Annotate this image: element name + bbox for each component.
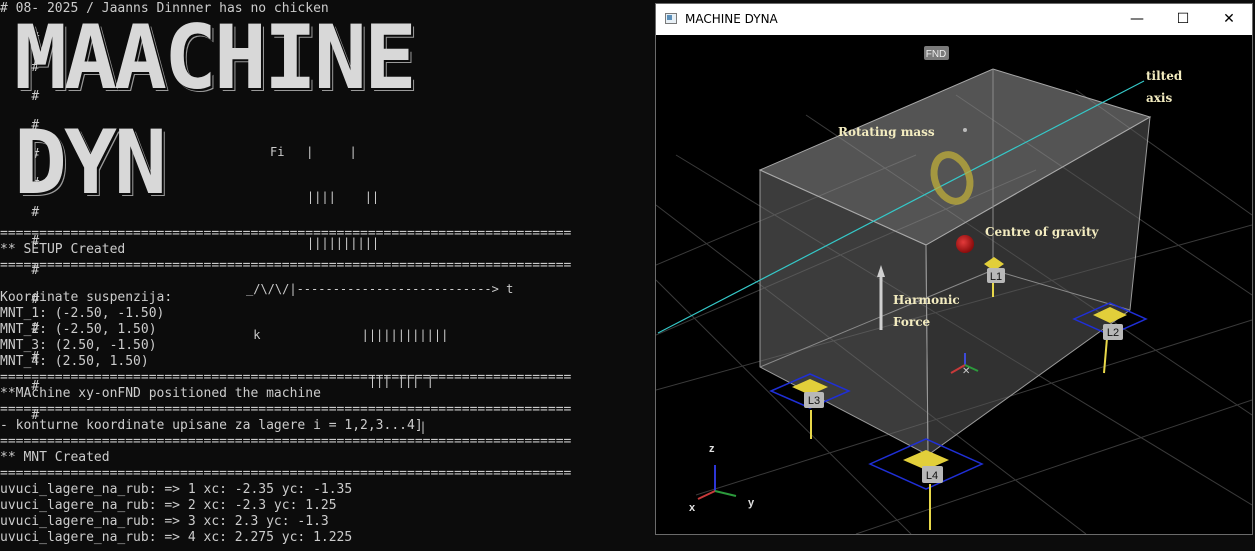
- app-icon: [665, 13, 677, 24]
- separator: ========================================…: [0, 402, 572, 417]
- banner-title-1: MAACHINE: [14, 6, 417, 109]
- centre-of-gravity-label: Centre of gravity: [985, 225, 1099, 239]
- axis-label-y: y: [748, 497, 755, 509]
- console-line: Koordinate suspenzija:: [0, 290, 173, 305]
- tilted-axis-label-2: axis: [1146, 91, 1172, 105]
- console-line: uvuci_lagere_na_rub: => 1 xc: -2.35 yc: …: [0, 482, 353, 497]
- console-line: uvuci_lagere_na_rub: => 4 xc: 2.275 yc: …: [0, 530, 353, 545]
- minimize-button[interactable]: —: [1114, 4, 1160, 35]
- mount-label-L4: L4: [926, 470, 938, 482]
- separator: ========================================…: [0, 370, 572, 385]
- console-line: MNT_2: (-2.50, 1.50): [0, 322, 157, 337]
- console-line: uvuci_lagere_na_rub: => 2 xc: -2.3 yc: 1…: [0, 498, 337, 513]
- console-line: MNT_3: (2.50, -1.50): [0, 338, 157, 353]
- svg-text:✕: ✕: [962, 366, 970, 377]
- axis-label-z: z: [709, 443, 715, 455]
- separator: ========================================…: [0, 226, 572, 241]
- console-line: **MAchine xy-onFND positioned the machin…: [0, 386, 321, 401]
- console-line: MNT_1: (-2.50, -1.50): [0, 306, 165, 321]
- axes-gizmo: z x y: [689, 443, 755, 514]
- separator: ========================================…: [0, 466, 572, 481]
- mount-L4[interactable]: L4: [868, 438, 984, 530]
- ascii-line-2: |||| ||: [278, 190, 380, 205]
- scene-canvas[interactable]: L1 L2 L3 L4 ✕ z x y FND tilted axis Rota…: [656, 35, 1252, 534]
- banner-title-2: DYN: [14, 111, 167, 214]
- maximize-button[interactable]: ☐: [1160, 4, 1206, 35]
- fnd-label: FND: [926, 49, 947, 60]
- mount-label-L2: L2: [1107, 327, 1119, 339]
- machine-dyna-window: MACHINE DYNA — ☐ ✕ L1 L2 L3 L4 ✕ z x y F…: [655, 3, 1253, 535]
- console-line: ** SETUP Created: [0, 242, 126, 257]
- centre-of-gravity-sphere[interactable]: [956, 235, 974, 253]
- tilted-axis-label-1: tilted: [1146, 69, 1183, 83]
- 3d-viewport[interactable]: L1 L2 L3 L4 ✕ z x y FND tilted axis Rota…: [656, 35, 1252, 534]
- console-line: - konturne koordinate upisane za lagere …: [0, 418, 423, 433]
- ascii-line-5: k ||||||||||||: [246, 328, 449, 343]
- mount-label-L1: L1: [990, 271, 1002, 283]
- rotating-mass-center: [963, 128, 967, 132]
- separator: ========================================…: [0, 258, 572, 273]
- console-window: # 08- 2025 / Jaanns Dinnner has no chick…: [0, 0, 655, 551]
- rotating-mass-label: Rotating mass: [838, 125, 935, 139]
- separator: ========================================…: [0, 434, 572, 449]
- window-titlebar[interactable]: MACHINE DYNA — ☐ ✕: [656, 4, 1252, 35]
- ascii-line-1: Fi | |: [270, 144, 357, 159]
- window-title: MACHINE DYNA: [685, 12, 778, 26]
- harmonic-force-label-2: Force: [893, 315, 930, 329]
- fnd-label-box: FND: [924, 46, 949, 60]
- console-line: ** MNT Created: [0, 450, 110, 465]
- ascii-line-4: _/\/\/|---------------------------> t: [246, 282, 514, 297]
- close-button[interactable]: ✕: [1206, 4, 1252, 35]
- mount-label-L3: L3: [808, 395, 820, 407]
- harmonic-force-label-1: Harmonic: [893, 293, 960, 307]
- axis-label-x: x: [689, 502, 696, 514]
- console-line: MNT_4: (2.50, 1.50): [0, 354, 149, 369]
- console-line: uvuci_lagere_na_rub: => 3 xc: 2.3 yc: -1…: [0, 514, 329, 529]
